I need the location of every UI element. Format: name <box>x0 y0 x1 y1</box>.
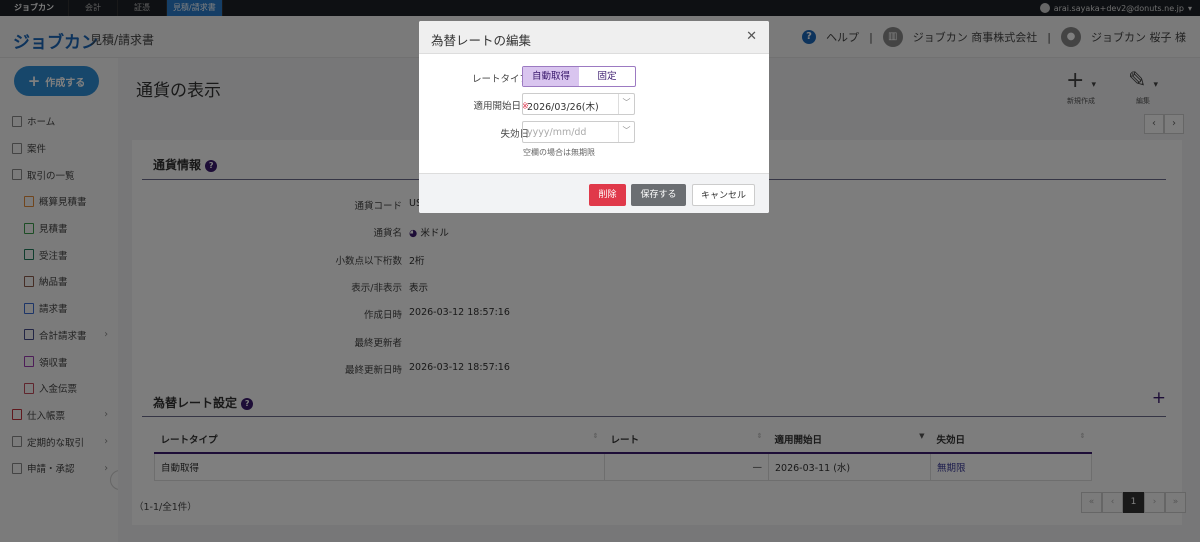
dialog-title: 為替レートの編集 <box>431 33 532 48</box>
chevron-down-icon[interactable]: ﹀ <box>618 94 634 114</box>
save-button[interactable]: 保存する <box>631 184 686 206</box>
rate-type-auto[interactable]: 自動取得 <box>523 67 579 86</box>
rate-type-fixed[interactable]: 固定 <box>579 67 635 86</box>
close-icon[interactable]: ✕ <box>746 29 757 44</box>
chevron-down-icon[interactable]: ﹀ <box>618 122 634 142</box>
edit-rate-dialog: 為替レートの編集 ✕ レートタイプ 自動取得 固定 適用開始日※ 2026/03/… <box>419 21 769 213</box>
delete-button[interactable]: 削除 <box>589 184 626 206</box>
end-date-hint: 空欄の場合は無期限 <box>523 148 595 157</box>
end-date-label: 失効日 <box>500 129 529 140</box>
end-date-input[interactable]: yyyy/mm/dd ﹀ <box>522 121 635 143</box>
start-date-label: 適用開始日※ <box>473 101 529 112</box>
rate-type-toggle: 自動取得 固定 <box>522 66 636 87</box>
cancel-button[interactable]: キャンセル <box>692 184 755 206</box>
dialog-footer: 削除 保存する キャンセル <box>419 173 769 213</box>
start-date-input[interactable]: 2026/03/26(木) ﹀ <box>522 93 635 115</box>
rate-type-label: レートタイプ <box>471 74 529 85</box>
